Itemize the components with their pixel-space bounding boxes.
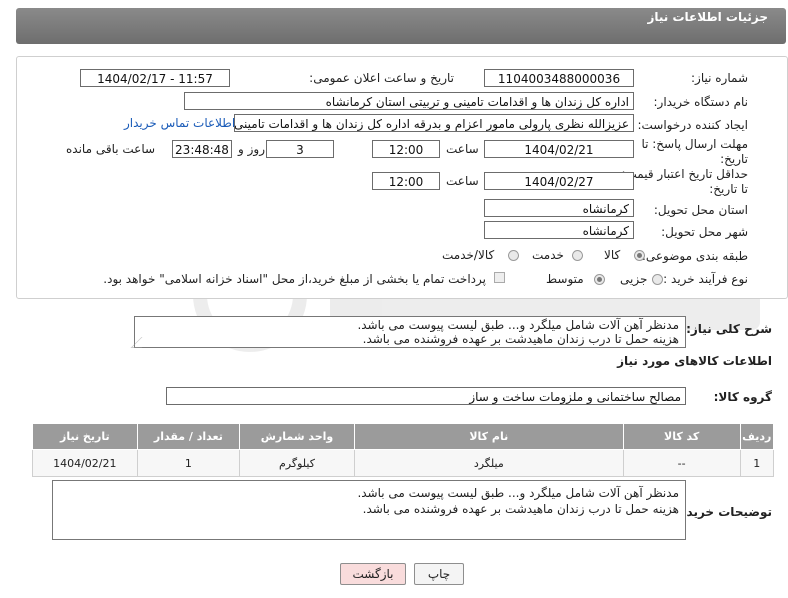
goods-group-field[interactable]: مصالح ساختمانی و ملزومات ساخت و ساز xyxy=(166,387,686,405)
remaining-label: ساعت باقی مانده xyxy=(66,142,156,156)
col-name: نام کالا xyxy=(353,423,624,450)
category-option-goods-service: کالا/خدمت xyxy=(442,248,495,262)
col-code: کد کالا xyxy=(622,423,741,450)
print-button[interactable]: چاپ xyxy=(414,563,464,585)
category-radio-goods[interactable] xyxy=(634,250,645,261)
need-description-field[interactable]: مدنظر آهن آلات شامل میلگرد و... طبق لیست… xyxy=(134,316,686,348)
category-option-service: خدمت xyxy=(532,248,564,262)
page-title: جزئیات اطلاعات نیاز xyxy=(647,10,768,24)
cell-date: 1404/02/21 xyxy=(32,449,138,477)
goods-section-title: اطلاعات کالاهای مورد نیاز xyxy=(617,354,772,368)
purchase-type-label: نوع فرآیند خرید : xyxy=(663,272,748,286)
cell-name: میلگرد xyxy=(353,449,624,477)
price-validity-label: حداقل تاریخ اعتبار قیمت: xyxy=(621,167,748,181)
cell-code: -- xyxy=(622,449,741,477)
purchase-radio-minor[interactable] xyxy=(652,274,663,285)
table-row[interactable]: 1 -- میلگرد کیلوگرم 1 1404/02/21 xyxy=(32,449,775,477)
goods-table-header: ردیف کد کالا نام کالا واحد شمارش تعداد /… xyxy=(32,423,775,450)
treasury-payment-checkbox[interactable] xyxy=(494,272,505,283)
price-time-field[interactable]: 12:00 xyxy=(372,172,440,190)
col-qty: تعداد / مقدار xyxy=(136,423,241,450)
price-time-label: ساعت xyxy=(446,174,479,188)
announce-datetime-field[interactable]: 1404/02/17 - 11:57 xyxy=(80,69,230,87)
reply-deadline-label: مهلت ارسال پاسخ: تا xyxy=(641,137,748,151)
price-validity-label-2: تا تاریخ: xyxy=(709,182,748,196)
buyer-contact-link[interactable]: اطلاعات تماس خریدار xyxy=(124,116,235,130)
need-description-line-2: هزینه حمل تا درب زندان ماهیدشت بر عهده ف… xyxy=(362,332,679,346)
reply-date-field[interactable]: 1404/02/21 xyxy=(484,140,634,158)
category-label: طبقه بندی موضوعی: xyxy=(641,249,748,263)
cell-index: 1 xyxy=(739,449,775,477)
col-unit: واحد شمارش xyxy=(239,423,355,450)
buyer-notes-line-2: هزینه حمل تا درب زندان ماهیدشت بر عهده ف… xyxy=(362,502,679,516)
days-label: روز و xyxy=(238,142,265,156)
buyer-org-label: نام دستگاه خریدار: xyxy=(653,95,749,109)
purchase-option-medium: متوسط xyxy=(546,272,584,286)
back-button[interactable]: بازگشت xyxy=(340,563,406,585)
province-label: استان محل تحویل: xyxy=(653,203,748,217)
reply-time-field[interactable]: 12:00 xyxy=(372,140,440,158)
purchase-option-minor: جزیی xyxy=(620,272,648,286)
cell-qty: 1 xyxy=(136,449,241,477)
reply-time-label: ساعت xyxy=(446,142,479,156)
city-label: شهر محل تحویل: xyxy=(661,225,748,239)
buyer-notes-field[interactable]: مدنظر آهن آلات شامل میلگرد و... طبق لیست… xyxy=(52,480,686,540)
goods-table: ردیف کد کالا نام کالا واحد شمارش تعداد /… xyxy=(32,423,775,477)
treasury-payment-note: پرداخت تمام یا بخشی از مبلغ خرید،از محل … xyxy=(103,272,486,286)
creator-field[interactable]: عزیزالله نظری پارولی مامور اعزام و بدرقه… xyxy=(234,114,634,132)
remaining-time-field[interactable]: 23:48:48 xyxy=(172,140,232,158)
goods-group-label: گروه کالا: xyxy=(713,390,772,404)
reply-deadline-label-2: تاریخ: xyxy=(720,152,748,166)
col-index: ردیف xyxy=(739,423,775,450)
need-number-label: شماره نیاز: xyxy=(691,71,748,85)
category-option-goods: کالا xyxy=(604,248,621,262)
need-description-label: شرح کلی نیاز: xyxy=(686,322,772,336)
cell-unit: کیلوگرم xyxy=(239,449,355,477)
buyer-org-field[interactable]: اداره کل زندان ها و اقدامات تامینی و ترب… xyxy=(184,92,634,110)
city-field[interactable]: کرمانشاه xyxy=(484,221,634,239)
announce-label: تاریخ و ساعت اعلان عمومی: xyxy=(309,71,454,85)
category-radio-goods-service[interactable] xyxy=(508,250,519,261)
col-date: تاریخ نیاز xyxy=(32,423,138,450)
buyer-notes-line-1: مدنظر آهن آلات شامل میلگرد و... طبق لیست… xyxy=(357,486,679,500)
days-field[interactable]: 3 xyxy=(266,140,334,158)
price-date-field[interactable]: 1404/02/27 xyxy=(484,172,634,190)
need-description-line-1: مدنظر آهن آلات شامل میلگرد و... طبق لیست… xyxy=(357,318,679,332)
category-radio-service[interactable] xyxy=(572,250,583,261)
purchase-radio-medium[interactable] xyxy=(594,274,605,285)
province-field[interactable]: کرمانشاه xyxy=(484,199,634,217)
creator-label: ایجاد کننده درخواست: xyxy=(637,118,748,132)
need-number-field[interactable]: 1104003488000036 xyxy=(484,69,634,87)
